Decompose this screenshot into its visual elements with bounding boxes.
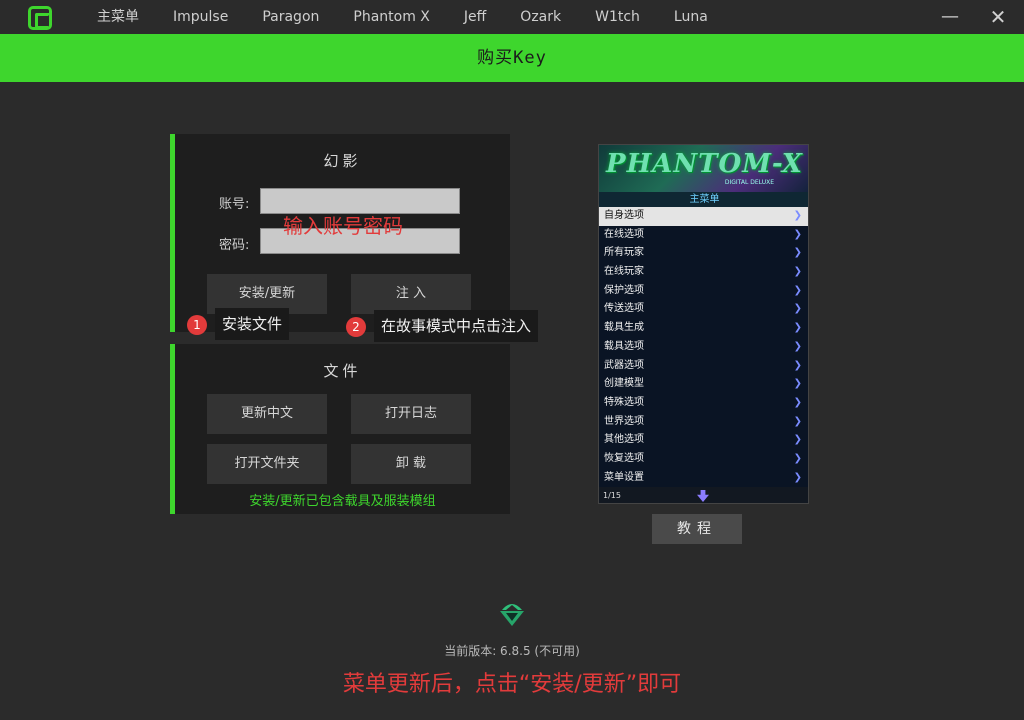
preview-menu-item[interactable]: 载具生成 ❯ (599, 319, 808, 338)
preview-menu-item-label: 自身选项 (604, 210, 644, 221)
chevron-right-icon: ❯ (793, 452, 802, 464)
preview-page-indicator: 1/15 (603, 491, 621, 500)
preview-subtitle: DIGITAL DELUXE (724, 179, 774, 186)
preview-menu-item[interactable]: 创建模型 ❯ (599, 375, 808, 394)
preview-menu-item[interactable]: 世界选项 ❯ (599, 412, 808, 432)
chevron-right-icon: ❯ (793, 471, 802, 483)
phantom-logo-icon (500, 604, 524, 626)
uninstall-button[interactable]: 卸 载 (351, 444, 471, 484)
account-label: 账号: (219, 197, 250, 212)
preview-menu-item-label: 创建模型 (604, 378, 644, 390)
minimize-button[interactable]: — (926, 0, 974, 34)
scroll-down-icon (697, 490, 709, 502)
nav-item-ozark[interactable]: Ozark (503, 0, 578, 34)
nav-item-main-menu[interactable]: 主菜单 (80, 0, 156, 34)
preview-menu-item-label: 载具生成 (604, 322, 644, 334)
preview-brand: PHANTOM-X (606, 149, 803, 179)
open-log-button[interactable]: 打开日志 (351, 394, 471, 434)
top-nav: 主菜单 Impulse Paragon Phantom X Jeff Ozark… (80, 0, 725, 34)
preview-menu-item-label: 其他选项 (604, 434, 644, 446)
files-panel-title: 文件 (323, 362, 362, 380)
install-note: 安装/更新已包含载具及服装模组 (249, 494, 436, 509)
title-bar: 主菜单 Impulse Paragon Phantom X Jeff Ozark… (0, 0, 1024, 34)
preview-menu-list: 自身选项 ❯ 在线选项 ❯ 所有玩家 ❯ 在线玩家 ❯ 保护选项 ❯ 传送选项 ❯ 载具生成 ❯ 载具选项 ❯… (599, 207, 808, 488)
update-notice: 菜单更新后，点击“安装/更新”即可 (342, 672, 682, 697)
nav-item-paragon[interactable]: Paragon (245, 0, 336, 34)
close-button[interactable]: ✕ (974, 0, 1022, 34)
preview-menu-item[interactable]: 载具选项 ❯ (599, 337, 808, 357)
preview-menu-item[interactable]: 其他选项 ❯ (599, 431, 808, 450)
preview-footer: 1/15 (599, 487, 808, 503)
chevron-right-icon: ❯ (793, 359, 802, 371)
password-input[interactable] (260, 228, 460, 254)
preview-menu-item-label: 载具选项 (604, 340, 644, 352)
preview-menu-item[interactable]: 菜单设置 ❯ (599, 468, 808, 488)
preview-menu-item[interactable]: 恢复选项 ❯ (599, 449, 808, 469)
inject-button[interactable]: 注 入 (351, 274, 471, 314)
step-1-tip: 安装文件 (215, 308, 290, 340)
tutorial-button[interactable]: 教程 (652, 514, 742, 544)
preview-menu-item[interactable]: 保护选项 ❯ (599, 281, 808, 301)
preview-menu-item-label: 在线玩家 (604, 266, 644, 278)
preview-menu-item-label: 传送选项 (604, 303, 644, 315)
preview-menu-item[interactable]: 武器选项 ❯ (599, 356, 808, 376)
chevron-right-icon: ❯ (793, 303, 802, 315)
preview-menu-item[interactable]: 特殊选项 ❯ (599, 393, 808, 413)
preview-menu-item-label: 世界选项 (604, 415, 644, 427)
chevron-right-icon: ❯ (793, 396, 802, 408)
files-panel: 文件 更新中文 打开日志 打开文件夹 卸 载 安装/更新已包含载具及服装模组 (170, 344, 510, 514)
buy-key-button[interactable]: 购买Key (0, 34, 1024, 82)
version-label: 当前版本: 6.8.5 (不可用) (444, 644, 580, 658)
chevron-right-icon: ❯ (793, 210, 802, 221)
preview-menu-item[interactable]: 所有玩家 ❯ (599, 244, 808, 264)
chevron-right-icon: ❯ (793, 247, 802, 259)
chevron-right-icon: ❯ (793, 415, 802, 427)
preview-menu-item-label: 所有玩家 (604, 247, 644, 259)
step-2-badge: 2 (346, 317, 366, 337)
chevron-right-icon: ❯ (793, 284, 802, 296)
preview-menu-item-label: 特殊选项 (604, 396, 644, 408)
nav-item-impulse[interactable]: Impulse (156, 0, 245, 34)
preview-header: 主菜单 (599, 192, 808, 207)
step-2-tip: 在故事模式中点击注入 (374, 310, 539, 342)
chevron-right-icon: ❯ (793, 340, 802, 352)
nav-item-phantom-x[interactable]: Phantom X (336, 0, 447, 34)
chevron-right-icon: ❯ (793, 322, 802, 334)
preview-menu-item-label: 武器选项 (604, 359, 644, 371)
login-panel: 幻影 账号: 密码: 输入账号密码 安装/更新 注 入 (170, 134, 510, 332)
account-input[interactable] (260, 188, 460, 214)
preview-menu-item-label: 保护选项 (604, 284, 644, 296)
chevron-right-icon: ❯ (793, 378, 802, 390)
password-label: 密码: (219, 238, 250, 253)
app-logo-icon (28, 6, 52, 30)
step-1-badge: 1 (187, 315, 207, 335)
preview-banner: PHANTOM-X DIGITAL DELUXE (599, 145, 808, 192)
nav-item-luna[interactable]: Luna (657, 0, 725, 34)
preview-menu-item[interactable]: 传送选项 ❯ (599, 300, 808, 320)
menu-preview: PHANTOM-X DIGITAL DELUXE 主菜单 自身选项 ❯ 在线选项 ❯ 所… (598, 144, 809, 504)
nav-item-w1tch[interactable]: W1tch (578, 0, 657, 34)
chevron-right-icon: ❯ (793, 266, 802, 278)
preview-menu-item[interactable]: 在线玩家 ❯ (599, 263, 808, 282)
chevron-right-icon: ❯ (793, 228, 802, 240)
update-chinese-button[interactable]: 更新中文 (207, 394, 327, 434)
open-folder-button[interactable]: 打开文件夹 (207, 444, 327, 484)
chevron-right-icon: ❯ (793, 434, 802, 446)
preview-menu-item-label: 菜单设置 (604, 471, 644, 483)
preview-menu-item-label: 在线选项 (604, 228, 644, 240)
nav-item-jeff[interactable]: Jeff (447, 0, 503, 34)
preview-menu-item[interactable]: 自身选项 ❯ (599, 207, 808, 226)
login-panel-title: 幻影 (323, 152, 362, 170)
preview-menu-item[interactable]: 在线选项 ❯ (599, 225, 808, 245)
preview-menu-item-label: 恢复选项 (604, 452, 644, 464)
